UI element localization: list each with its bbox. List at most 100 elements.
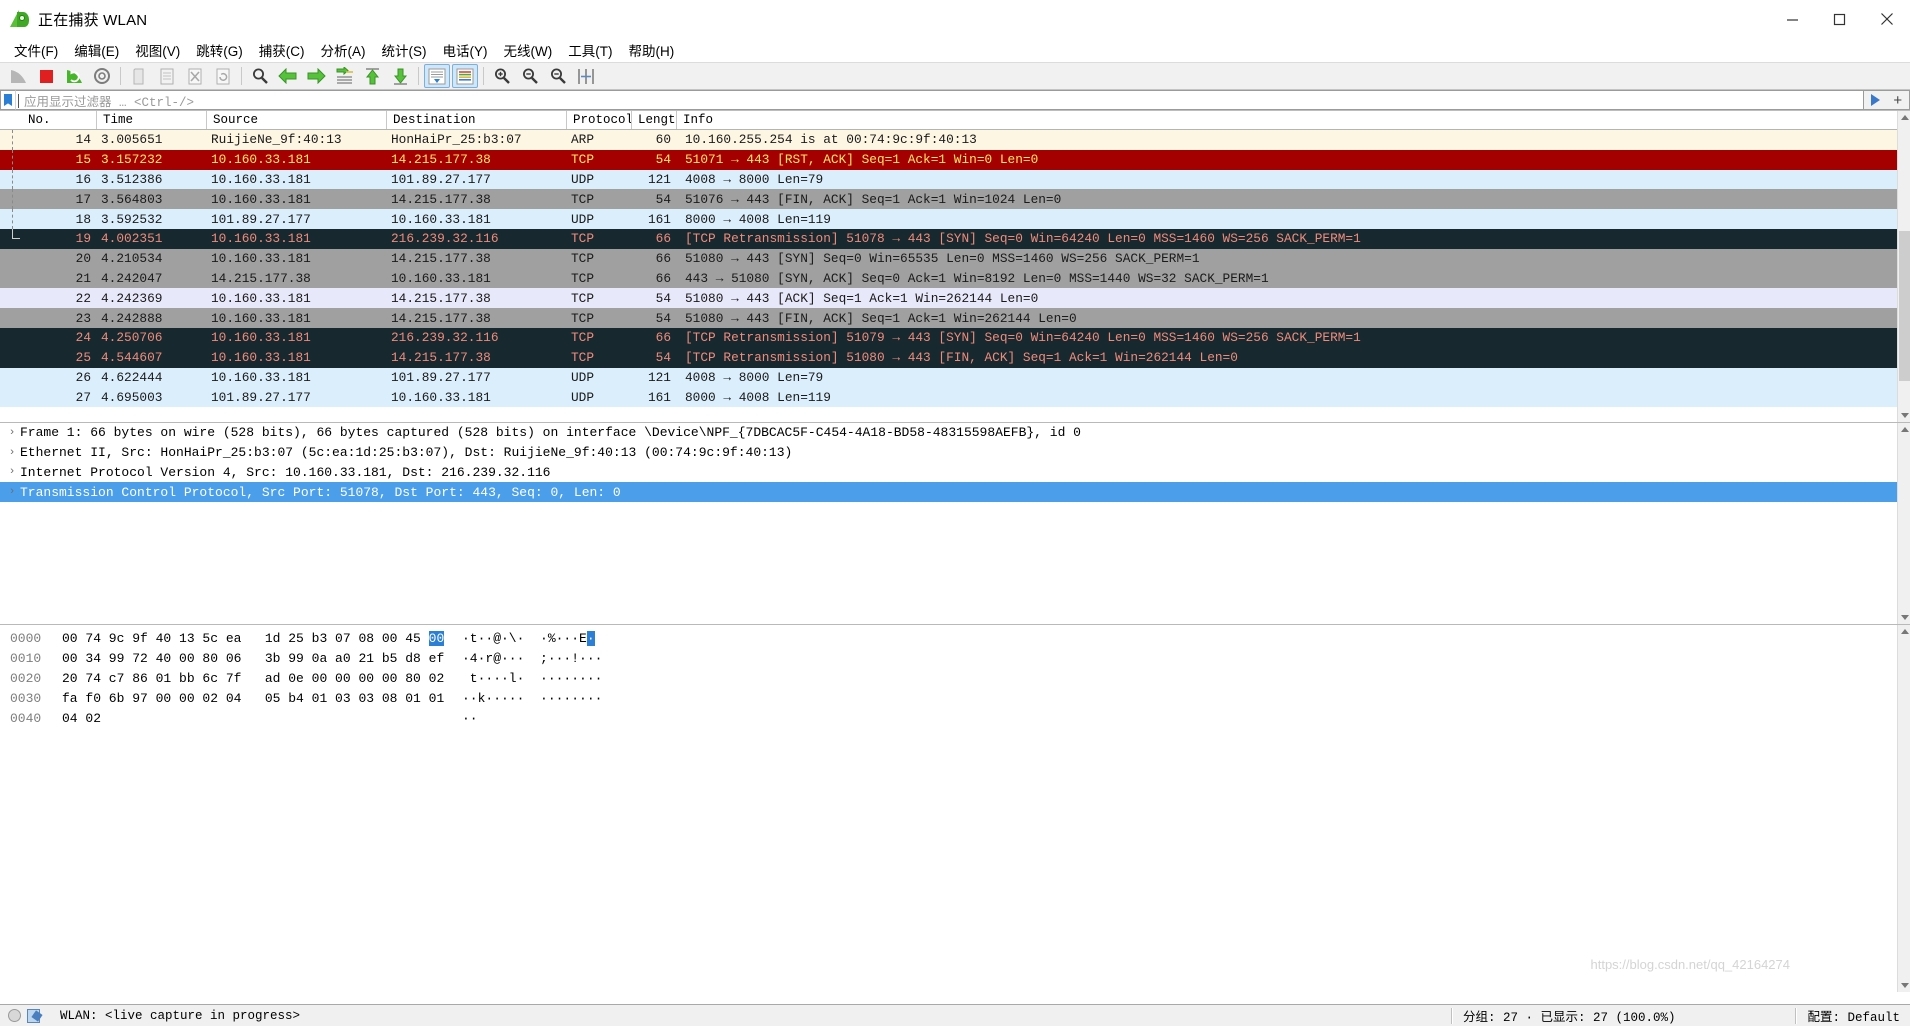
cell-prot: TCP <box>571 270 595 286</box>
scroll-up-arrow[interactable] <box>1898 111 1910 124</box>
resize-columns-icon[interactable] <box>573 64 599 88</box>
detail-row-tcp[interactable]: › Transmission Control Protocol, Src Port… <box>0 482 1897 503</box>
column-header-no[interactable]: No. <box>22 111 97 129</box>
go-to-packet-icon[interactable] <box>331 64 357 88</box>
table-row[interactable]: 19 4.002351 10.160.33.181 216.239.32.116 TCP… <box>0 228 1910 249</box>
minimize-button[interactable] <box>1769 0 1816 38</box>
menu-telephony[interactable]: 电话(Y) <box>435 38 496 62</box>
scroll-down-arrow[interactable] <box>1898 611 1910 624</box>
cell-dst: 14.215.177.38 <box>391 191 491 207</box>
packet-details-pane[interactable]: › Frame 1: 66 bytes on wire (528 bits), 6… <box>0 422 1910 624</box>
table-row[interactable]: 15 3.157232 10.160.33.181 14.215.177.38 TCP 5… <box>0 149 1910 170</box>
table-row[interactable]: 20 4.210534 10.160.33.181 14.215.177.38 TCP 6… <box>0 248 1910 269</box>
column-header-info[interactable]: Info <box>677 111 1910 129</box>
scroll-up-arrow[interactable] <box>1898 625 1910 638</box>
cell-src: 10.160.33.181 <box>211 330 311 346</box>
menu-view[interactable]: 视图(V) <box>127 38 188 62</box>
table-row[interactable]: 18 3.592532 101.89.27.177 10.160.33.181 UDP 1… <box>0 209 1910 229</box>
packet-list-body[interactable]: 14 3.005651 RuijieNe_9f:40:13 HonHaiPr_25:b… <box>0 130 1910 408</box>
zoom-out-icon[interactable] <box>517 64 543 88</box>
close-button[interactable] <box>1863 0 1910 38</box>
display-filter-input[interactable]: 应用显示过滤器 … <Ctrl-/> <box>15 90 1864 110</box>
table-row[interactable]: 17 3.564803 10.160.33.181 14.215.177.38 TCP 5… <box>0 189 1910 210</box>
find-packet-icon[interactable] <box>247 64 273 88</box>
maximize-button[interactable] <box>1816 0 1863 38</box>
hex-dump[interactable]: 0000 00 74 9c 9f 40 13 5c ea 1d 25 b3 07 … <box>0 625 1910 728</box>
scroll-up-arrow[interactable] <box>1898 423 1910 436</box>
go-first-packet-icon[interactable] <box>359 64 385 88</box>
table-row[interactable]: 27 4.695003 101.89.27.177 10.160.33.181 UDP 1… <box>0 387 1910 408</box>
go-forward-icon[interactable] <box>303 64 329 88</box>
hex-row[interactable]: 0010 00 34 99 72 40 00 80 06 3b 99 0a a0 … <box>0 649 1910 669</box>
close-file-icon[interactable] <box>182 64 208 88</box>
reload-file-icon[interactable] <box>210 64 236 88</box>
start-capture-icon[interactable] <box>5 64 31 88</box>
capture-options-icon[interactable] <box>89 64 115 88</box>
table-row[interactable]: 16 3.512386 10.160.33.181 101.89.27.177 UDP 1… <box>0 169 1910 190</box>
menu-help[interactable]: 帮助(H) <box>620 38 682 62</box>
zoom-in-icon[interactable] <box>489 64 515 88</box>
open-file-icon[interactable] <box>126 64 152 88</box>
table-row[interactable]: 22 4.242369 10.160.33.181 14.215.177.38 TCP 5… <box>0 288 1910 309</box>
detail-row-frame[interactable]: › Frame 1: 66 bytes on wire (528 bits), 6… <box>0 423 1910 443</box>
menu-file[interactable]: 文件(F) <box>6 38 66 62</box>
expand-arrow-icon[interactable]: › <box>4 447 20 459</box>
filter-bookmark-icon[interactable] <box>0 90 15 110</box>
menu-wireless[interactable]: 无线(W) <box>496 38 561 62</box>
colorize-icon[interactable] <box>452 64 478 88</box>
column-header-time[interactable]: Time <box>97 111 207 129</box>
expand-arrow-icon[interactable]: › <box>4 486 20 498</box>
table-row[interactable]: 25 4.544607 10.160.33.181 14.215.177.38 TCP 5… <box>0 347 1910 368</box>
menu-capture[interactable]: 捕获(C) <box>251 38 313 62</box>
packet-bytes-pane[interactable]: 0000 00 74 9c 9f 40 13 5c ea 1d 25 b3 07 … <box>0 624 1910 992</box>
cell-dst: 14.215.177.38 <box>391 290 491 306</box>
detail-text: Frame 1: 66 bytes on wire (528 bits), 66… <box>20 425 1081 441</box>
hex-row[interactable]: 0020 20 74 c7 86 01 bb 6c 7f ad 0e 00 00 … <box>0 669 1910 689</box>
menu-tools[interactable]: 工具(T) <box>560 38 620 62</box>
go-back-icon[interactable] <box>275 64 301 88</box>
scroll-down-arrow[interactable] <box>1898 979 1910 992</box>
packet-details-scrollbar[interactable] <box>1897 423 1910 624</box>
detail-row-ipv4[interactable]: › Internet Protocol Version 4, Src: 10.16… <box>0 463 1910 483</box>
menu-edit[interactable]: 编辑(E) <box>66 38 127 62</box>
zoom-reset-icon[interactable] <box>545 64 571 88</box>
restart-capture-icon[interactable] <box>61 64 87 88</box>
hex-row[interactable]: 0030 fa f0 6b 97 00 00 02 04 05 b4 01 03 … <box>0 688 1910 708</box>
cell-src: 10.160.33.181 <box>211 171 311 187</box>
cell-len: 161 <box>647 211 671 227</box>
stop-capture-icon[interactable] <box>33 64 59 88</box>
title-bar: 正在捕获 WLAN <box>0 0 1910 38</box>
filter-apply-icon[interactable] <box>1870 94 1880 106</box>
column-header-prot[interactable]: Protocol <box>567 111 632 129</box>
auto-scroll-icon[interactable] <box>424 64 450 88</box>
hex-row[interactable]: 0000 00 74 9c 9f 40 13 5c ea 1d 25 b3 07 … <box>0 629 1910 649</box>
save-file-icon[interactable] <box>154 64 180 88</box>
go-last-packet-icon[interactable] <box>387 64 413 88</box>
scroll-down-arrow[interactable] <box>1898 409 1910 422</box>
packet-bytes-scrollbar[interactable] <box>1897 625 1910 992</box>
packet-list-scrollbar[interactable] <box>1897 111 1910 422</box>
expand-arrow-icon[interactable]: › <box>4 466 20 478</box>
table-row[interactable]: 26 4.622444 10.160.33.181 101.89.27.177 UDP 1… <box>0 367 1910 388</box>
filter-expand-icon[interactable]: + <box>1893 93 1902 108</box>
menu-analyze[interactable]: 分析(A) <box>313 38 374 62</box>
table-row[interactable]: 23 4.242888 10.160.33.181 14.215.177.38 TCP 5… <box>0 308 1910 328</box>
expert-info-icon[interactable] <box>8 1009 21 1022</box>
capture-file-properties-icon[interactable] <box>27 1008 40 1023</box>
column-header-len[interactable]: Length <box>632 111 677 129</box>
detail-row-ethernet[interactable]: › Ethernet II, Src: HonHaiPr_25:b3:07 (5c… <box>0 443 1910 463</box>
table-row[interactable]: 14 3.005651 RuijieNe_9f:40:13 HonHaiPr_25:b… <box>0 130 1910 150</box>
expand-arrow-icon[interactable]: › <box>4 427 20 439</box>
packet-list-pane[interactable]: No.TimeSourceDestinationProtocolLengthIn… <box>0 111 1910 422</box>
menu-statistics[interactable]: 统计(S) <box>374 38 435 62</box>
table-row[interactable]: 24 4.250706 10.160.33.181 216.239.32.116 TCP… <box>0 327 1910 348</box>
menu-bar: 文件(F) 编辑(E) 视图(V) 跳转(G) 捕获(C) 分析(A) 统计(S… <box>0 38 1910 62</box>
cell-dst: 216.239.32.116 <box>391 330 499 346</box>
packet-details-tree[interactable]: › Frame 1: 66 bytes on wire (528 bits), 6… <box>0 423 1910 503</box>
column-header-src[interactable]: Source <box>207 111 387 129</box>
scroll-thumb[interactable] <box>1899 231 1910 381</box>
column-header-dst[interactable]: Destination <box>387 111 567 129</box>
hex-row[interactable]: 0040 04 02 ·· <box>0 708 1910 728</box>
table-row[interactable]: 21 4.242047 14.215.177.38 10.160.33.181 TCP 6… <box>0 268 1910 289</box>
menu-go[interactable]: 跳转(G) <box>188 38 251 62</box>
